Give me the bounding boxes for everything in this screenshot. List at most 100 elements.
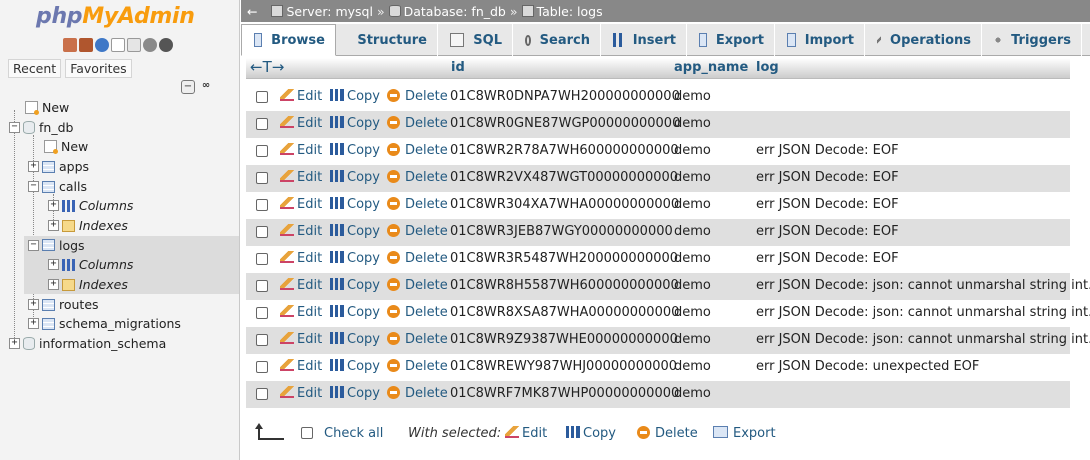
tab-triggers[interactable]: Triggers <box>982 24 1082 56</box>
expand-icon[interactable]: + <box>48 200 59 211</box>
phpmyadmin-logo[interactable]: phpMyAdmin <box>36 4 195 29</box>
logout-icon[interactable] <box>79 38 93 52</box>
cell-log[interactable]: err JSON Decode: json: cannot unmarshal … <box>756 305 1090 320</box>
row-edit-link[interactable]: Edit <box>280 278 322 293</box>
row-copy-link[interactable]: Copy <box>330 224 380 239</box>
expand-icon[interactable]: + <box>9 338 20 349</box>
row-delete-link[interactable]: Delete <box>387 116 448 131</box>
row-edit-link[interactable]: Edit <box>280 359 322 374</box>
tab-insert[interactable]: Insert <box>601 24 687 56</box>
help-icon[interactable] <box>95 38 109 52</box>
cell-app-name[interactable]: demo <box>674 251 711 266</box>
row-checkbox[interactable] <box>256 334 268 346</box>
home-icon[interactable] <box>63 38 77 52</box>
row-edit-link[interactable]: Edit <box>280 89 322 104</box>
tab-import[interactable]: Import <box>775 24 865 56</box>
bulk-edit-button[interactable]: Edit <box>505 426 547 441</box>
bulk-copy-button[interactable]: Copy <box>566 426 616 441</box>
row-copy-link[interactable]: Copy <box>330 89 380 104</box>
tree-item-calls[interactable]: − calls <box>28 177 87 196</box>
cell-id[interactable]: 01C8WRF7MK87WHP00000000000 <box>450 386 679 401</box>
row-copy-link[interactable]: Copy <box>330 359 380 374</box>
breadcrumb-table[interactable]: Table: logs <box>537 4 603 19</box>
expand-icon[interactable]: + <box>28 161 39 172</box>
column-header-app-name[interactable]: app_name <box>674 60 748 75</box>
docs-icon[interactable] <box>111 38 125 52</box>
cell-app-name[interactable]: demo <box>674 170 711 185</box>
collapse-icon[interactable]: − <box>28 181 39 192</box>
row-delete-link[interactable]: Delete <box>387 224 448 239</box>
row-checkbox[interactable] <box>256 307 268 319</box>
row-checkbox[interactable] <box>256 388 268 400</box>
copy-icon[interactable] <box>127 38 141 52</box>
row-edit-link[interactable]: Edit <box>280 332 322 347</box>
row-checkbox[interactable] <box>256 172 268 184</box>
column-arrows[interactable]: ←T→ <box>250 58 284 76</box>
row-delete-link[interactable]: Delete <box>387 143 448 158</box>
expand-icon[interactable]: + <box>48 279 59 290</box>
cell-log[interactable]: err JSON Decode: EOF <box>756 197 899 212</box>
cell-id[interactable]: 01C8WR2R78A7WH600000000000 <box>450 143 679 158</box>
row-copy-link[interactable]: Copy <box>330 197 380 212</box>
cell-id[interactable]: 01C8WR2VX487WGT00000000000 <box>450 170 678 185</box>
expand-icon[interactable]: + <box>28 318 39 329</box>
cell-log[interactable]: err JSON Decode: EOF <box>756 170 899 185</box>
reload-icon[interactable] <box>159 38 173 52</box>
row-checkbox[interactable] <box>256 118 268 130</box>
cell-id[interactable]: 01C8WR9Z9387WHE00000000000 <box>450 332 678 347</box>
row-delete-link[interactable]: Delete <box>387 386 448 401</box>
tree-item-apps[interactable]: + apps <box>28 157 89 176</box>
cell-app-name[interactable]: demo <box>674 89 711 104</box>
row-copy-link[interactable]: Copy <box>330 332 380 347</box>
tab-sql[interactable]: SQL <box>438 24 513 56</box>
row-checkbox[interactable] <box>256 253 268 265</box>
row-copy-link[interactable]: Copy <box>330 278 380 293</box>
cell-id[interactable]: 01C8WR0GNE87WGP00000000000 <box>450 116 680 131</box>
breadcrumb-database[interactable]: Database: fn_db <box>404 4 506 19</box>
row-edit-link[interactable]: Edit <box>280 224 322 239</box>
row-copy-link[interactable]: Copy <box>330 386 380 401</box>
cell-id[interactable]: 01C8WREWY987WHJ00000000000 <box>450 359 677 374</box>
bulk-export-button[interactable]: Export <box>713 426 776 441</box>
row-copy-link[interactable]: Copy <box>330 143 380 158</box>
row-copy-link[interactable]: Copy <box>330 251 380 266</box>
tab-operations[interactable]: Operations <box>865 24 982 56</box>
cell-app-name[interactable]: demo <box>674 359 711 374</box>
cell-app-name[interactable]: demo <box>674 143 711 158</box>
cell-log[interactable]: err JSON Decode: json: cannot unmarshal … <box>756 332 1090 347</box>
row-copy-link[interactable]: Copy <box>330 305 380 320</box>
row-delete-link[interactable]: Delete <box>387 332 448 347</box>
tree-item-calls-columns[interactable]: + Columns <box>48 196 133 215</box>
expand-icon[interactable]: + <box>48 259 59 270</box>
row-copy-link[interactable]: Copy <box>330 116 380 131</box>
row-delete-link[interactable]: Delete <box>387 89 448 104</box>
cell-app-name[interactable]: demo <box>674 224 711 239</box>
row-checkbox[interactable] <box>256 226 268 238</box>
row-delete-link[interactable]: Delete <box>387 251 448 266</box>
collapse-icon[interactable]: − <box>9 122 20 133</box>
expand-icon[interactable]: + <box>48 220 59 231</box>
check-all-label[interactable]: Check all <box>324 426 383 441</box>
row-checkbox[interactable] <box>256 199 268 211</box>
row-edit-link[interactable]: Edit <box>280 143 322 158</box>
tree-item-schema-migrations[interactable]: + schema_migrations <box>28 314 181 333</box>
bulk-delete-button[interactable]: Delete <box>637 426 698 441</box>
row-checkbox[interactable] <box>256 145 268 157</box>
cell-app-name[interactable]: demo <box>674 386 711 401</box>
collapse-all-icon[interactable]: − <box>181 80 195 94</box>
favorites-tab[interactable]: Favorites <box>65 59 132 78</box>
cell-app-name[interactable]: demo <box>674 332 711 347</box>
tab-search[interactable]: Search <box>513 24 601 56</box>
row-edit-link[interactable]: Edit <box>280 116 322 131</box>
cell-id[interactable]: 01C8WR304XA7WHA00000000000 <box>450 197 679 212</box>
cell-id[interactable]: 01C8WR0DNPA7WH200000000000 <box>450 89 680 104</box>
tree-item-logs-indexes[interactable]: + Indexes <box>48 275 128 294</box>
cell-app-name[interactable]: demo <box>674 197 711 212</box>
cell-log[interactable]: err JSON Decode: EOF <box>756 143 899 158</box>
tree-item-calls-indexes[interactable]: + Indexes <box>48 216 128 235</box>
row-edit-link[interactable]: Edit <box>280 251 322 266</box>
link-icon[interactable]: ∞ <box>199 80 213 94</box>
cell-app-name[interactable]: demo <box>674 305 711 320</box>
tab-structure[interactable]: Structure <box>336 24 438 56</box>
tree-item-information-schema[interactable]: + information_schema <box>9 334 166 353</box>
